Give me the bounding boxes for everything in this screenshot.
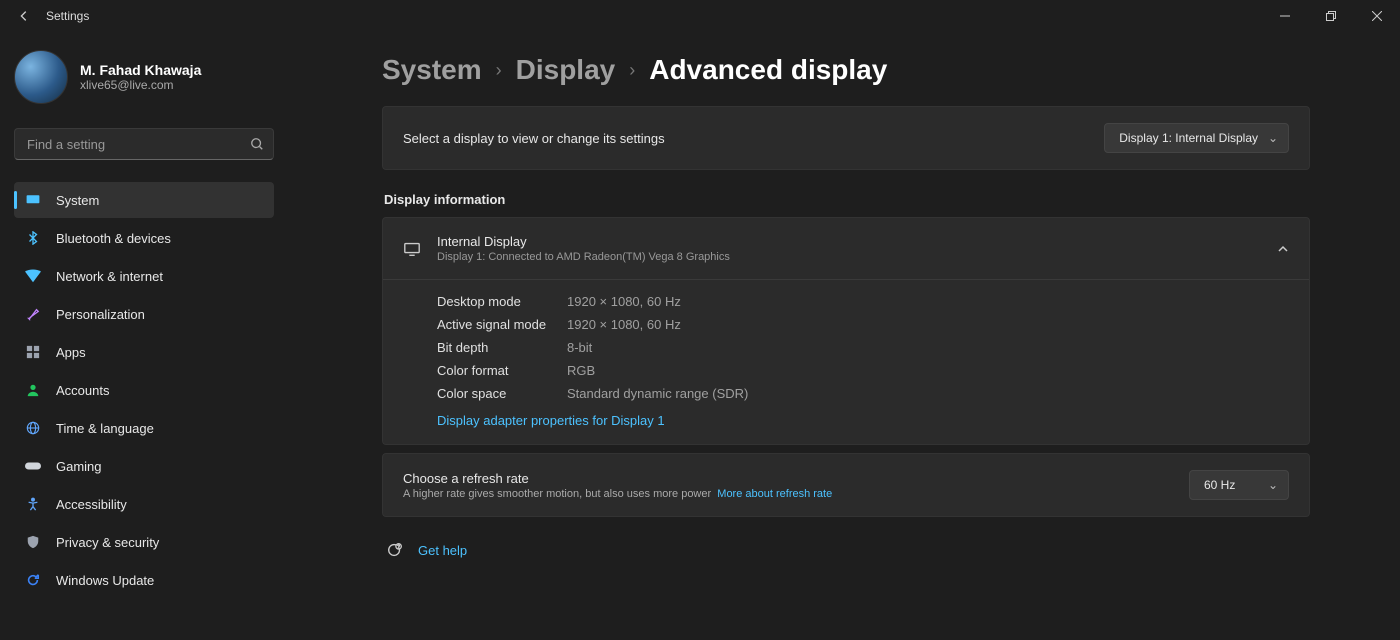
minimize-icon [1280,11,1290,21]
monitor-icon [403,240,437,258]
minimize-button[interactable] [1262,0,1308,32]
breadcrumb: System › Display › Advanced display [382,54,1310,86]
profile-email: xlive65@live.com [80,78,201,92]
close-icon [1372,11,1382,21]
sidebar-item-accessibility[interactable]: Accessibility [14,486,274,522]
chevron-right-icon: › [496,60,502,81]
section-display-information: Display information [384,192,1310,207]
close-button[interactable] [1354,0,1400,32]
app-title: Settings [46,9,89,23]
sidebar-item-bluetooth[interactable]: Bluetooth & devices [14,220,274,256]
sidebar-item-time[interactable]: Time & language [14,410,274,446]
color-space-value: Standard dynamic range (SDR) [567,386,748,401]
sidebar-item-label: Accessibility [56,497,127,512]
chevron-up-icon [1277,243,1289,255]
sidebar-item-label: Apps [56,345,86,360]
page-title: Advanced display [649,54,887,86]
sidebar-item-label: Accounts [56,383,109,398]
display-info-title: Internal Display [437,234,730,249]
accessibility-icon [24,495,42,513]
search-icon [250,137,264,151]
chevron-down-icon: ⌄ [1268,131,1278,145]
sidebar-item-accounts[interactable]: Accounts [14,372,274,408]
search-field[interactable] [14,128,274,160]
maximize-icon [1326,11,1336,21]
sidebar-item-label: System [56,193,99,208]
avatar [14,50,68,104]
update-icon [24,571,42,589]
refresh-rate-more-link[interactable]: More about refresh rate [717,488,832,500]
refresh-rate-value: 60 Hz [1204,478,1235,492]
profile-block[interactable]: M. Fahad Khawaja xlive65@live.com [14,50,274,104]
refresh-rate-title: Choose a refresh rate [403,471,832,486]
color-space-label: Color space [437,386,567,401]
person-icon [24,381,42,399]
bit-depth-value: 8-bit [567,340,592,355]
sidebar-item-label: Time & language [56,421,154,436]
sidebar-item-label: Gaming [56,459,102,474]
refresh-rate-dropdown[interactable]: 60 Hz ⌄ [1189,470,1289,500]
adapter-properties-link[interactable]: Display adapter properties for Display 1 [437,413,665,428]
shield-icon [24,533,42,551]
active-signal-label: Active signal mode [437,317,567,332]
sidebar-item-personalization[interactable]: Personalization [14,296,274,332]
bluetooth-icon [24,229,42,247]
display-select-value: Display 1: Internal Display [1119,131,1258,145]
sidebar-item-gaming[interactable]: Gaming [14,448,274,484]
sidebar-item-apps[interactable]: Apps [14,334,274,370]
sidebar-item-network[interactable]: Network & internet [14,258,274,294]
chevron-right-icon: › [629,60,635,81]
help-icon [386,541,404,559]
sidebar-item-label: Bluetooth & devices [56,231,171,246]
desktop-mode-label: Desktop mode [437,294,567,309]
search-input[interactable] [14,128,274,160]
sidebar-item-label: Network & internet [56,269,163,284]
gamepad-icon [24,457,42,475]
display-select-label: Select a display to view or change its s… [403,131,665,146]
display-info-header[interactable]: Internal Display Display 1: Connected to… [383,218,1309,279]
brush-icon [24,305,42,323]
apps-icon [24,343,42,361]
back-button[interactable] [12,4,36,28]
sidebar-item-label: Personalization [56,307,145,322]
refresh-rate-subtitle: A higher rate gives smoother motion, but… [403,488,711,500]
display-select-dropdown[interactable]: Display 1: Internal Display ⌄ [1104,123,1289,153]
monitor-icon [24,191,42,209]
color-format-value: RGB [567,363,595,378]
sidebar-item-privacy[interactable]: Privacy & security [14,524,274,560]
sidebar-item-label: Windows Update [56,573,154,588]
desktop-mode-value: 1920 × 1080, 60 Hz [567,294,681,309]
active-signal-value: 1920 × 1080, 60 Hz [567,317,681,332]
sidebar-item-label: Privacy & security [56,535,159,550]
sidebar-item-update[interactable]: Windows Update [14,562,274,598]
wifi-icon [24,267,42,285]
bit-depth-label: Bit depth [437,340,567,355]
get-help-link[interactable]: Get help [418,543,467,558]
breadcrumb-display[interactable]: Display [516,54,616,86]
chevron-down-icon: ⌄ [1268,478,1278,492]
globe-icon [24,419,42,437]
sidebar-item-system[interactable]: System [14,182,274,218]
maximize-button[interactable] [1308,0,1354,32]
profile-name: M. Fahad Khawaja [80,62,201,78]
arrow-left-icon [17,9,31,23]
display-info-subtitle: Display 1: Connected to AMD Radeon(TM) V… [437,251,730,263]
breadcrumb-system[interactable]: System [382,54,482,86]
color-format-label: Color format [437,363,567,378]
